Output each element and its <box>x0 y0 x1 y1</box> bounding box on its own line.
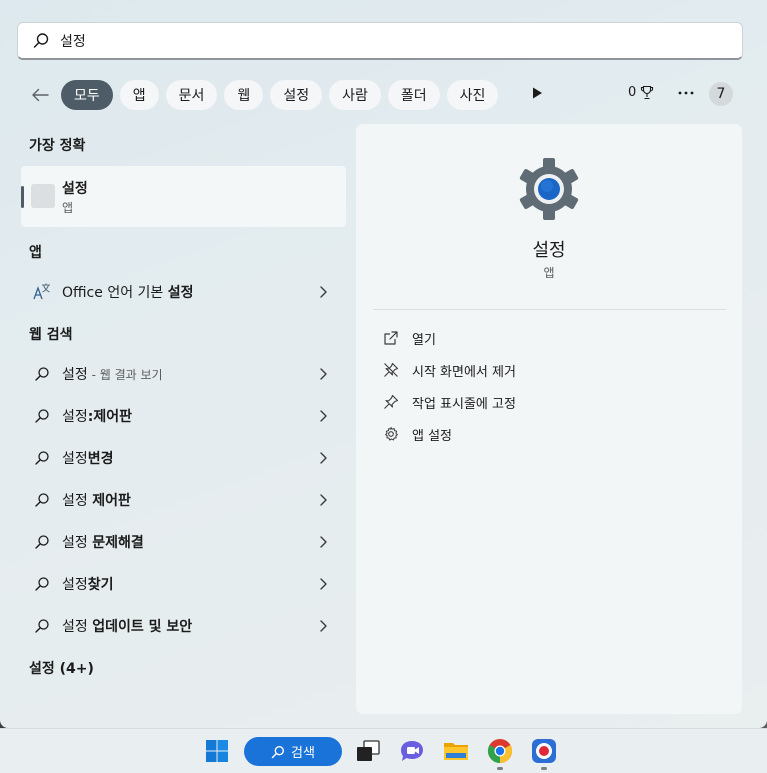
file-explorer-button[interactable] <box>442 737 470 765</box>
language-settings-icon <box>31 281 53 303</box>
points-value: 0 <box>628 85 637 100</box>
gear-icon <box>382 425 400 443</box>
chevron-right-icon <box>320 368 327 380</box>
search-icon <box>31 573 53 595</box>
best-match-name: 설정 <box>62 181 88 197</box>
chrome-button[interactable] <box>486 737 514 765</box>
taskbar: 검색 <box>0 728 767 773</box>
file-explorer-icon <box>444 743 468 760</box>
task-view-button[interactable] <box>354 737 382 765</box>
rewards-points[interactable]: 0 <box>628 85 654 100</box>
action-label: 앱 설정 <box>412 428 453 444</box>
chevron-right-icon <box>320 536 327 548</box>
chevron-right-icon <box>320 620 327 632</box>
filter-bar: 모두 앱 문서 웹 설정 사람 폴더 사진 0 7 <box>22 78 742 112</box>
search-input[interactable] <box>60 28 660 53</box>
filter-chip-photos[interactable]: 사진 <box>446 80 499 110</box>
trophy-icon <box>641 85 654 100</box>
chrome-icon <box>487 739 513 763</box>
action-label: 작업 표시줄에 고정 <box>412 396 516 412</box>
filter-chip-folders[interactable]: 폴더 <box>387 80 440 110</box>
chat-button[interactable] <box>398 737 426 765</box>
best-match-result[interactable]: 설정 앱 <box>21 166 346 227</box>
web-result-7[interactable]: 설정 업데이트 및 보안 <box>21 606 346 646</box>
settings-gear-icon <box>519 158 579 220</box>
best-match-type: 앱 <box>62 201 74 215</box>
more-filters-play-icon[interactable] <box>530 86 544 100</box>
search-icon <box>31 363 53 385</box>
action-label: 시작 화면에서 제거 <box>412 364 516 380</box>
web-result-5[interactable]: 설정 문제해결 <box>21 522 346 562</box>
open-external-icon <box>382 329 400 347</box>
web-result-2[interactable]: 설정:제어판 <box>21 396 346 436</box>
result-text: 설정 제어판 <box>62 493 131 509</box>
action-pin-taskbar[interactable]: 작업 표시줄에 고정 <box>382 390 516 414</box>
back-button[interactable] <box>22 79 58 111</box>
recorder-running-indicator <box>541 767 547 770</box>
search-icon <box>33 32 49 48</box>
unpin-icon <box>382 361 400 379</box>
result-text: 설정 업데이트 및 보안 <box>62 619 193 635</box>
preview-app-type: 앱 <box>543 266 555 280</box>
result-text: 설정:제어판 <box>62 409 133 425</box>
search-icon <box>31 447 53 469</box>
web-result-3[interactable]: 설정변경 <box>21 438 346 478</box>
filter-chip-apps[interactable]: 앱 <box>119 80 159 110</box>
result-text: 설정 - 웹 결과 보기 <box>62 367 163 383</box>
best-match-heading: 가장 정확 <box>29 138 86 154</box>
search-icon <box>31 615 53 637</box>
chevron-right-icon <box>320 452 327 464</box>
search-icon <box>271 745 285 758</box>
result-text: 설정찾기 <box>62 577 114 593</box>
start-search-panel: 모두 앱 문서 웹 설정 사람 폴더 사진 0 7 가장 정확 설정 앱 <box>0 0 767 728</box>
more-options-button[interactable] <box>674 81 698 105</box>
search-icon <box>31 489 53 511</box>
app-result-office-language[interactable]: Office 언어 기본 설정 <box>21 272 346 312</box>
web-result-6[interactable]: 설정찾기 <box>21 564 346 604</box>
windows-start-icon <box>206 740 228 762</box>
filter-chip-documents[interactable]: 문서 <box>165 80 218 110</box>
action-open[interactable]: 열기 <box>382 326 436 350</box>
chat-icon <box>401 741 423 761</box>
chevron-right-icon <box>320 578 327 590</box>
chevron-right-icon <box>320 410 327 422</box>
task-view-icon <box>357 740 380 761</box>
chrome-running-indicator <box>497 767 503 770</box>
filter-chip-people[interactable]: 사람 <box>329 80 381 110</box>
web-result-4[interactable]: 설정 제어판 <box>21 480 346 520</box>
ellipsis-icon <box>678 91 694 95</box>
result-text: Office 언어 기본 설정 <box>62 285 194 301</box>
preview-pane: 설정 앱 열기 시작 화면에서 제거 작업 표시줄에 고정 앱 설정 <box>356 124 742 714</box>
windows-start-button[interactable] <box>203 737 231 765</box>
search-icon <box>31 531 53 553</box>
search-box[interactable] <box>17 22 743 60</box>
selection-indicator <box>21 186 24 208</box>
screen-recorder-button[interactable] <box>530 737 558 765</box>
action-unpin-start[interactable]: 시작 화면에서 제거 <box>382 358 516 382</box>
filter-chip-all[interactable]: 모두 <box>61 80 113 110</box>
taskbar-search-label: 검색 <box>291 746 315 761</box>
apps-heading: 앱 <box>29 245 42 261</box>
pin-icon <box>382 393 400 411</box>
result-text: 설정변경 <box>62 451 114 467</box>
result-text: 설정 문제해결 <box>62 535 144 551</box>
web-search-heading: 웹 검색 <box>29 327 73 343</box>
account-avatar[interactable]: 7 <box>709 82 733 106</box>
chevron-right-icon <box>320 286 327 298</box>
web-result-1[interactable]: 설정 - 웹 결과 보기 <box>21 354 346 394</box>
settings-app-icon <box>31 184 55 208</box>
screen-recorder-icon <box>532 739 556 763</box>
action-app-settings[interactable]: 앱 설정 <box>382 422 452 446</box>
action-label: 열기 <box>412 332 436 348</box>
preview-divider <box>373 309 726 310</box>
search-icon <box>31 405 53 427</box>
filter-chip-settings[interactable]: 설정 <box>270 80 323 110</box>
preview-app-name: 설정 <box>532 240 566 261</box>
filter-chip-web[interactable]: 웹 <box>224 80 264 110</box>
chevron-right-icon <box>320 494 327 506</box>
taskbar-search-button[interactable]: 검색 <box>244 737 342 766</box>
settings-group-heading[interactable]: 설정 (4+) <box>29 658 94 678</box>
back-arrow-icon <box>32 88 49 102</box>
